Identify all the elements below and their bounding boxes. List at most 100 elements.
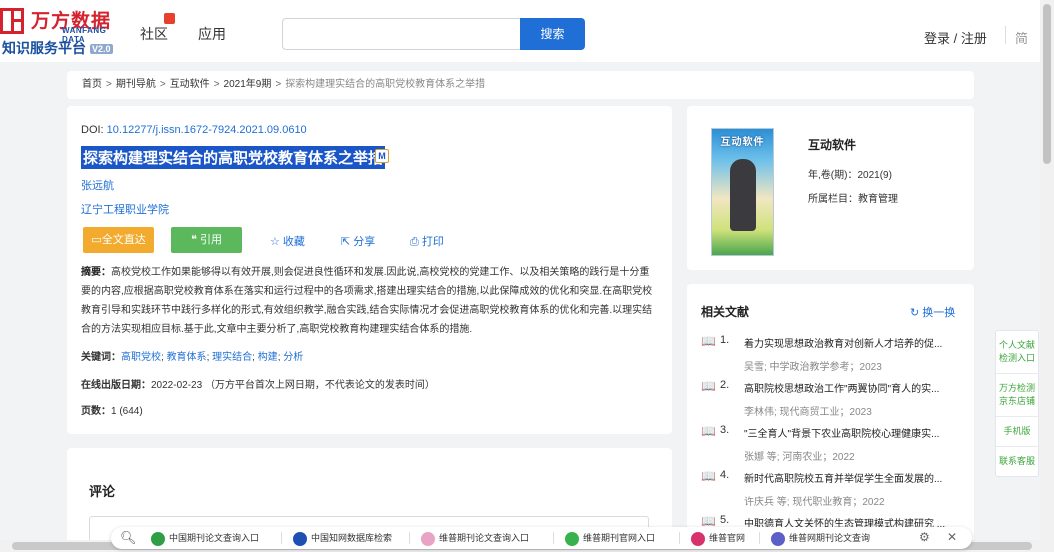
mendeley-icon[interactable]: M — [375, 149, 389, 163]
floating-toolbar: 个人文献检测入口 万方检测京东店铺 手机版 联系客服 — [995, 330, 1039, 477]
search-input[interactable] — [282, 18, 520, 50]
document-icon: ▭ — [91, 234, 102, 246]
abstract-text: 高校党校工作如果能够得以有效开展,则会促进良性循环和发展.因此说,高校党校的党建… — [81, 267, 653, 335]
print-button[interactable]: ⎙ 打印 — [410, 233, 444, 249]
item-number: 1. — [720, 334, 730, 346]
list-item[interactable]: 📖 3. "三全育人"背景下农业高职院校心理健康实... 张娜 等; 河南农业；… — [701, 424, 963, 469]
cover-figure — [730, 159, 756, 231]
related-title: 相关文献 — [701, 305, 750, 319]
divider — [679, 532, 680, 544]
item-number: 4. — [720, 469, 730, 481]
journal-volume: 年,卷(期)：2021(9) — [808, 166, 892, 181]
link-icon — [771, 531, 785, 546]
article-title: 探索构建理实结合的高职党校教育体系之举措 — [81, 146, 386, 169]
login-register-link[interactable]: 登录 / 注册 — [924, 28, 987, 47]
link-icon — [151, 531, 165, 546]
share-icon: ⇱ — [341, 236, 354, 248]
related-article-meta: 张娜 等; 河南农业；2022 — [744, 452, 855, 463]
breadcrumb-separator: > — [106, 79, 112, 90]
jd-store-button[interactable]: 万方检测京东店铺 — [996, 374, 1038, 417]
book-icon: 📖 — [701, 469, 716, 483]
wanfang-logo[interactable]: 万方数据 WANFANG DATA 知识服务平台 V2.0 — [0, 6, 118, 56]
journal-column: 所属栏目：教育管理 — [808, 190, 898, 205]
logo-mark-icon — [0, 8, 24, 34]
link-icon — [293, 531, 307, 546]
related-list: 📖 1. 着力实现思想政治教育对创新人才培养的促... 吴雪; 中学政治教学参考… — [701, 334, 963, 552]
journal-cover-image[interactable]: 互动软件 — [711, 128, 774, 256]
breadcrumb-home[interactable]: 首页 — [82, 79, 102, 90]
related-article-title[interactable]: "三全育人"背景下农业高职院校心理健康实... — [744, 425, 959, 440]
quick-link-cnki-db[interactable]: 中国知网数据库检索 — [293, 531, 392, 546]
close-icon[interactable]: ✕ — [947, 530, 957, 544]
version-badge: V2.0 — [90, 44, 113, 55]
keyword-link[interactable]: 高职党校 — [121, 352, 161, 363]
breadcrumb-issue[interactable]: 2021年9期 — [224, 79, 272, 90]
divider — [759, 532, 760, 544]
settings-icon[interactable]: ⚙ — [919, 530, 930, 544]
page-count-label: 页数： — [81, 406, 111, 417]
star-icon: ☆ — [270, 236, 283, 248]
doi-line: DOI: 10.12277/j.issn.1672-7924.2021.09.0… — [81, 124, 307, 136]
top-header: 万方数据 WANFANG DATA 知识服务平台 V2.0 社区 应用 搜索 登录… — [0, 0, 1054, 62]
doi-label: DOI: — [81, 124, 107, 136]
search-button[interactable]: 搜索 — [520, 18, 585, 50]
share-button[interactable]: ⇱ 分享 — [341, 233, 375, 249]
keywords-label: 关键词： — [81, 352, 121, 363]
related-article-title[interactable]: 新时代高职院校五育并举促学生全面发展的... — [744, 470, 959, 485]
list-item[interactable]: 📖 1. 着力实现思想政治教育对创新人才培养的促... 吴雪; 中学政治教学参考… — [701, 334, 963, 379]
divider — [409, 532, 410, 544]
abstract: 摘要：高校党校工作如果能够得以有效开展,则会促进良性循环和发展.因此说,高校党校… — [81, 263, 657, 339]
header-divider — [1005, 26, 1006, 44]
breadcrumb-journals[interactable]: 期刊导航 — [116, 79, 156, 90]
organization-link[interactable]: 辽宁工程职业学院 — [81, 201, 169, 217]
quick-link-vip-official[interactable]: 维普官网 — [691, 531, 745, 546]
list-item[interactable]: 📖 4. 新时代高职院校五育并举促学生全面发展的... 许庆兵 等; 现代职业教… — [701, 469, 963, 514]
cite-button[interactable]: ❝ 引用 — [171, 227, 242, 253]
column-value: 教育管理 — [858, 194, 898, 205]
logo-subtitle: 知识服务平台 V2.0 — [2, 40, 113, 56]
book-icon: 📖 — [701, 514, 716, 528]
breadcrumb-journal[interactable]: 互动软件 — [170, 79, 210, 90]
nav-community[interactable]: 社区 — [140, 24, 168, 44]
related-article-title[interactable]: 着力实现思想政治教育对创新人才培养的促... — [744, 335, 959, 350]
fulltext-button[interactable]: ▭全文直达 — [83, 227, 154, 253]
keyword-link[interactable]: 分析 — [283, 352, 303, 363]
quick-link-vip-query[interactable]: 维普期刊论文查询入口 — [421, 531, 529, 546]
volume-label: 年,卷(期)： — [808, 170, 858, 181]
book-icon: 📖 — [701, 379, 716, 393]
publish-date: 在线出版日期：2022-02-23 （万方平台首次上网日期，不代表论文的发表时间… — [81, 376, 435, 391]
list-item[interactable]: 📖 2. 高职院校思想政治工作"两翼协同"育人的实... 李林伟; 现代商贸工业… — [701, 379, 963, 424]
keyword-link[interactable]: 构建 — [258, 352, 278, 363]
vertical-scrollbar[interactable] — [1040, 0, 1054, 540]
book-icon: 📖 — [701, 334, 716, 348]
contact-service-button[interactable]: 联系客服 — [996, 447, 1038, 476]
quick-link-cnki-journal[interactable]: 中国期刊论文查询入口 — [151, 531, 259, 546]
related-article-title[interactable]: 高职院校思想政治工作"两翼协同"育人的实... — [744, 380, 959, 395]
search-icon[interactable]: 🔍︎ — [120, 530, 137, 546]
page-count: 页数：1 (644) — [81, 402, 143, 417]
author-link[interactable]: 张远航 — [81, 177, 114, 193]
quick-link-vip-paper[interactable]: 维普网期刊论文查询 — [771, 531, 870, 546]
personal-check-button[interactable]: 个人文献检测入口 — [996, 331, 1038, 374]
publish-date-value: 2022-02-23 — [151, 380, 203, 391]
quick-link-vip-site[interactable]: 维普期刊官网入口 — [565, 531, 655, 546]
quick-links-bar: 🔍︎ 中国期刊论文查询入口 中国知网数据库检索 维普期刊论文查询入口 维普期刊官… — [111, 527, 972, 549]
language-switch[interactable]: 简 — [1015, 28, 1028, 47]
printer-icon: ⎙ — [410, 236, 422, 248]
journal-name[interactable]: 互动软件 — [808, 136, 856, 153]
vertical-scroll-thumb[interactable] — [1043, 4, 1051, 164]
divider — [281, 532, 282, 544]
divider — [553, 532, 554, 544]
related-article-meta: 李林伟; 现代商贸工业；2023 — [744, 407, 872, 418]
keyword-link[interactable]: 教育体系 — [167, 352, 207, 363]
favorite-button[interactable]: ☆ 收藏 — [270, 233, 305, 249]
publish-date-label: 在线出版日期： — [81, 380, 151, 391]
refresh-button[interactable]: ↻ 换一换 — [910, 304, 955, 320]
volume-value: 2021(9) — [857, 170, 892, 181]
doi-link[interactable]: 10.12277/j.issn.1672-7924.2021.09.0610 — [107, 124, 307, 136]
quote-icon: ❝ — [191, 234, 200, 246]
article-card: DOI: 10.12277/j.issn.1672-7924.2021.09.0… — [67, 106, 672, 434]
nav-apps[interactable]: 应用 — [198, 24, 226, 44]
keyword-link[interactable]: 理实结合 — [212, 352, 252, 363]
mobile-version-button[interactable]: 手机版 — [996, 417, 1038, 447]
